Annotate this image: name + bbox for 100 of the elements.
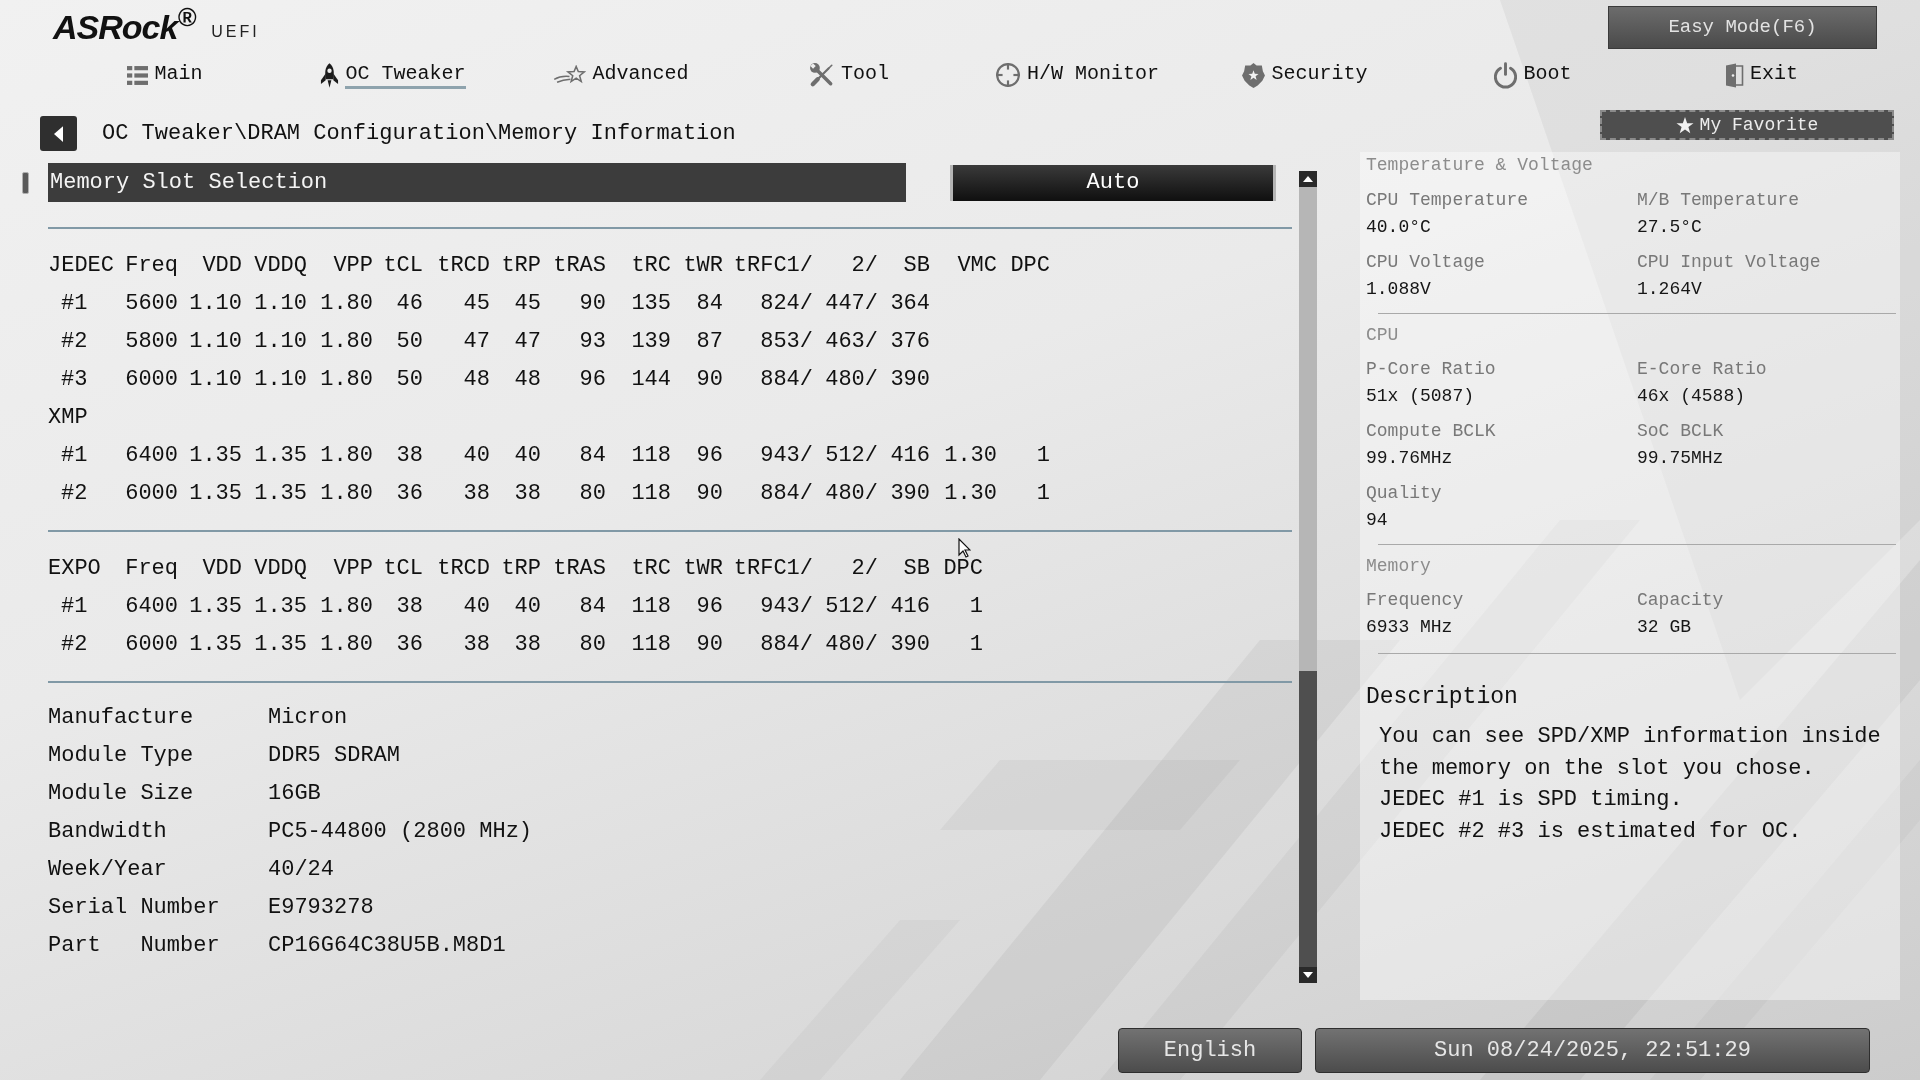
timing-value: 93: [579, 328, 606, 356]
back-button[interactable]: [40, 116, 77, 151]
profile-number: #1: [61, 442, 88, 470]
timing-value: 480/: [825, 366, 878, 394]
triangle-up-icon[interactable]: [1299, 171, 1317, 187]
timing-value: 36: [396, 631, 423, 659]
sensor-label: Compute BCLK: [1366, 420, 1496, 443]
nav-tab[interactable]: OC Tweaker: [320, 61, 466, 89]
timing-value: 135: [631, 290, 671, 318]
language-button[interactable]: English: [1118, 1028, 1302, 1073]
crosshair-icon: [995, 62, 1021, 88]
sensor-value: 1.264V: [1637, 278, 1702, 301]
column-header: tWR: [683, 555, 723, 583]
nav-tab[interactable]: Tool: [809, 61, 889, 89]
timing-value: 1: [969, 631, 983, 659]
timing-value: 38: [396, 593, 423, 621]
timing-value: 80: [579, 480, 606, 508]
timing-value: 884/: [760, 631, 813, 659]
timing-value: 90: [696, 480, 723, 508]
column-header: tRCD: [437, 555, 490, 583]
scrollbar-track[interactable]: [1299, 171, 1317, 983]
nav-tab[interactable]: Main: [127, 61, 203, 89]
profile-number: #1: [61, 593, 88, 621]
timing-value: 5600: [125, 290, 178, 318]
info-value: E9793278: [268, 894, 374, 922]
timing-value: 6000: [125, 366, 178, 394]
nav-tab[interactable]: Boot: [1494, 61, 1572, 89]
info-value: 16GB: [268, 780, 321, 808]
triangle-down-icon[interactable]: [1299, 967, 1317, 983]
sensor-value: 99.75MHz: [1637, 447, 1724, 470]
dropdown-button[interactable]: Auto: [950, 164, 1276, 201]
timing-value: 480/: [825, 480, 878, 508]
star-icon: [1675, 116, 1694, 134]
brand-logo: ASRock$^{®}$: [53, 6, 197, 48]
selection-marker: [22, 171, 29, 194]
column-header: VDDQ: [254, 555, 307, 583]
nav-tab[interactable]: Security: [1242, 61, 1368, 89]
info-value: PC5-44800 (2800 MHz): [268, 818, 533, 846]
profile-number: #2: [61, 631, 88, 659]
column-header: tWR: [683, 252, 723, 280]
column-header: VDD: [202, 555, 242, 583]
nav-tab[interactable]: H/W Monitor: [995, 61, 1159, 89]
timing-value: 5800: [125, 328, 178, 356]
sensor-label: P-Core Ratio: [1366, 358, 1496, 381]
column-header: VPP: [333, 252, 373, 280]
column-header: DPC: [1010, 252, 1050, 280]
timing-value: 1: [1036, 480, 1050, 508]
info-label: Part Number: [48, 932, 220, 960]
caret-left-icon: [54, 125, 63, 142]
column-header: Freq: [125, 252, 178, 280]
timing-value: 6000: [125, 631, 178, 659]
my-favorite-button[interactable]: My Favorite: [1600, 110, 1894, 140]
profile-type-header: EXPO: [48, 555, 101, 583]
sensor-label: CPU Input Voltage: [1637, 251, 1821, 274]
timing-value: 943/: [760, 593, 813, 621]
timing-value: 48: [514, 366, 541, 394]
timing-value: 6000: [125, 480, 178, 508]
timing-value: 84: [696, 290, 723, 318]
sensor-value: 40.0°C: [1366, 216, 1431, 239]
nav-tab[interactable]: Advanced: [553, 61, 689, 89]
timing-value: 96: [696, 593, 723, 621]
info-label: Module Size: [48, 780, 194, 808]
timing-value: 1.80: [320, 631, 373, 659]
info-label: Week/Year: [48, 856, 167, 884]
profile-number: #3: [61, 366, 88, 394]
timing-value: 1.10: [189, 366, 242, 394]
column-header: tRC: [631, 555, 671, 583]
timing-value: 853/: [760, 328, 813, 356]
info-label: Serial Number: [48, 894, 220, 922]
date-time-display: Sun 08/24/2025, 22:51:29: [1315, 1028, 1870, 1073]
scrollbar-thumb[interactable]: [1299, 187, 1317, 671]
timing-value: 90: [696, 631, 723, 659]
timing-value: 47: [463, 328, 490, 356]
sensor-label: Capacity: [1637, 589, 1724, 612]
sensor-value: 94: [1366, 509, 1388, 532]
timing-value: 90: [696, 366, 723, 394]
timing-value: 46: [396, 290, 423, 318]
timing-value: 1.30: [944, 442, 997, 470]
timing-value: 884/: [760, 480, 813, 508]
timing-value: 416: [890, 593, 930, 621]
profile-number: #2: [61, 328, 88, 356]
power-icon: [1494, 61, 1518, 89]
easy-mode-button[interactable]: Easy Mode(F6): [1608, 6, 1877, 49]
timing-value: 1.10: [189, 290, 242, 318]
info-value: DDR5 SDRAM: [268, 742, 401, 770]
timing-value: 1.35: [254, 480, 307, 508]
info-label: Manufacture: [48, 704, 194, 732]
column-header: Freq: [125, 555, 178, 583]
breadcrumb: OC Tweaker\DRAM Configuration\Memory Information: [102, 119, 736, 148]
nav-tab[interactable]: Exit: [1724, 61, 1798, 89]
timing-value: 1.35: [254, 631, 307, 659]
timing-value: 118: [631, 480, 671, 508]
timing-value: 390: [890, 631, 930, 659]
setting-item[interactable]: Memory Slot Selection: [48, 163, 906, 202]
description-title: Description: [1366, 683, 1518, 712]
timing-value: 6400: [125, 442, 178, 470]
profile-group-label: XMP: [48, 404, 88, 432]
timing-value: 45: [463, 290, 490, 318]
description-text: You can see SPD/XMP information inside the memory on the slot you chose. JEDEC #1 is SPD timing. JEDEC #2 #3 is estimated for OC.: [1379, 723, 1882, 846]
timing-value: 1.10: [254, 328, 307, 356]
